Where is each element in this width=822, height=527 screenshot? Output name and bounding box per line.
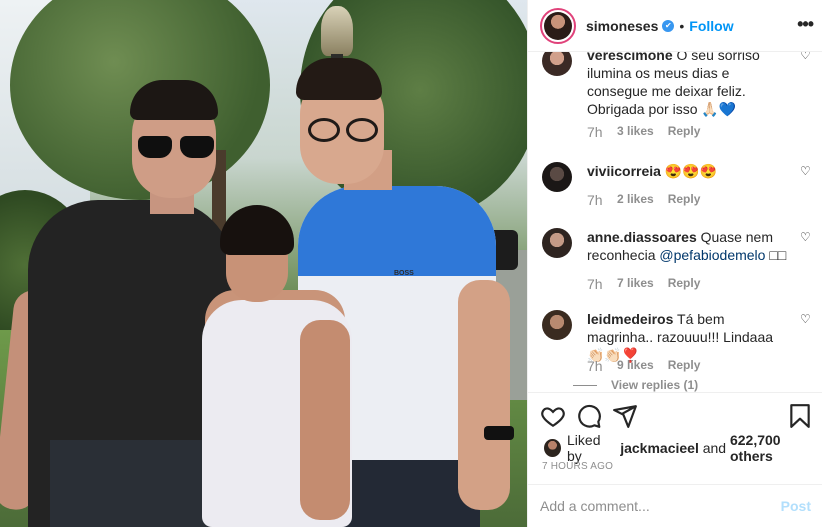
reply-button[interactable]: Reply [668, 124, 701, 140]
liked-by-prefix: Liked by [567, 432, 601, 464]
comment-time[interactable]: 7h [587, 192, 617, 208]
post-side-panel: simoneses ✔ • Follow ••• verescimone O s… [527, 0, 822, 527]
comment-username[interactable]: leidmedeiros [587, 311, 673, 327]
comment-time[interactable]: 7h [587, 124, 617, 140]
comment-username[interactable]: verescimone [587, 52, 673, 63]
reply-button[interactable]: Reply [668, 276, 701, 292]
liker-username[interactable]: jackmacieel [620, 440, 699, 456]
verified-badge-icon: ✔ [662, 19, 675, 32]
comment-text: leidmedeiros Tá bem magrinha.. razouuu!!… [587, 310, 792, 364]
post-timestamp[interactable]: 7 HOURS AGO [542, 461, 613, 472]
heart-icon[interactable] [540, 403, 566, 429]
likes-summary: Liked by jackmacieel and 622,700 others [544, 432, 822, 464]
comment-body: 😍😍😍 [664, 163, 718, 179]
like-comment-heart-icon[interactable]: ♡ [800, 52, 812, 62]
left-man-jeans [50, 440, 215, 527]
likes-count[interactable]: 622,700 others [730, 432, 822, 464]
post-comment-button[interactable]: Post [781, 498, 811, 514]
comment-username[interactable]: viviicorreia [587, 163, 661, 179]
comment-likes[interactable]: 7 likes [617, 276, 654, 292]
comment-body-suffix: □□ [769, 247, 787, 263]
watch [484, 426, 514, 440]
add-comment-input[interactable] [540, 498, 781, 514]
right-man-arm [458, 280, 510, 510]
comment-mention[interactable]: @pefabiodemelo [659, 247, 765, 263]
right-man-shirt-blue [298, 186, 496, 276]
like-comment-heart-icon[interactable]: ♡ [800, 312, 812, 326]
comment-username[interactable]: anne.diassoares [587, 229, 697, 245]
separator-dot: • [679, 17, 685, 34]
liked-by-connector: and [702, 440, 727, 456]
commenter-avatar[interactable] [542, 52, 572, 76]
header-username[interactable]: simoneses [586, 18, 658, 34]
reply-button[interactable]: Reply [668, 192, 701, 208]
comment-time[interactable]: 7h [587, 276, 617, 292]
comment-text: anne.diassoares Quase nem reconhecia @pe… [587, 228, 792, 264]
woman-arm [300, 320, 350, 520]
commenter-avatar[interactable] [542, 310, 572, 340]
comment-icon[interactable] [576, 403, 602, 429]
comment-meta: 7h 3 likes Reply [587, 124, 700, 140]
comment-likes[interactable]: 3 likes [617, 124, 654, 140]
eyeglasses [304, 118, 382, 144]
more-options-icon[interactable]: ••• [797, 14, 814, 35]
woman-hair [220, 205, 294, 255]
comment-time[interactable]: 7h [587, 358, 617, 374]
left-man-hair [130, 80, 218, 120]
comment-text: verescimone O seu sorriso ilumina os meu… [587, 52, 792, 118]
view-replies-label[interactable]: View replies (1) [611, 378, 698, 392]
bookmark-icon[interactable] [787, 403, 813, 429]
add-comment-bar: Post [528, 484, 822, 527]
profile-avatar[interactable] [540, 7, 576, 44]
comment-meta: 7h 7 likes Reply [587, 276, 700, 292]
comment-likes[interactable]: 9 likes [617, 358, 654, 374]
commenter-avatar[interactable] [542, 228, 572, 258]
reply-button[interactable]: Reply [668, 358, 701, 374]
liker-avatar[interactable] [544, 439, 562, 457]
share-icon[interactable] [612, 403, 638, 429]
instagram-post: BOSS simoneses ✔ • Follow ••• verescimon… [0, 0, 822, 527]
street-lamp [321, 6, 353, 56]
comment-meta: 7h 2 likes Reply [587, 192, 700, 208]
post-photo[interactable]: BOSS [0, 0, 527, 527]
commenter-avatar[interactable] [542, 162, 572, 192]
view-replies-button[interactable]: View replies (1) [573, 378, 698, 392]
sunglasses [138, 136, 214, 160]
comment-text: viviicorreia 😍😍😍 [587, 162, 792, 180]
shirt-logo: BOSS [394, 270, 414, 277]
post-header: simoneses ✔ • Follow ••• [528, 0, 822, 52]
like-comment-heart-icon[interactable]: ♡ [800, 164, 812, 178]
comment-likes[interactable]: 2 likes [617, 192, 654, 208]
follow-button[interactable]: Follow [689, 18, 733, 34]
like-comment-heart-icon[interactable]: ♡ [800, 230, 812, 244]
comments-list[interactable]: verescimone O seu sorriso ilumina os meu… [528, 52, 822, 392]
comment-meta: 7h 9 likes Reply [587, 358, 700, 374]
replies-divider [573, 385, 597, 387]
